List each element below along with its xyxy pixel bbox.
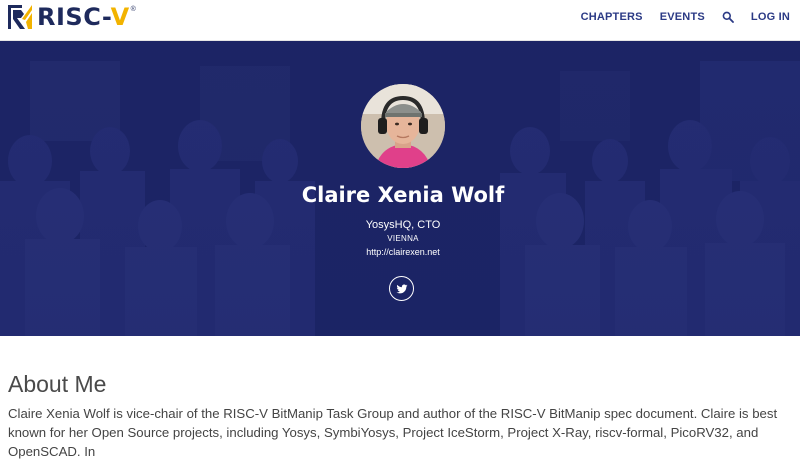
profile-name: Claire Xenia Wolf xyxy=(301,183,505,207)
about-text: Claire Xenia Wolf is vice-chair of the R… xyxy=(8,406,778,459)
twitter-icon xyxy=(396,284,407,293)
risc-v-logo[interactable]: RISC-V ® xyxy=(8,5,136,29)
about-section: About Me Claire Xenia Wolf is vice-chair… xyxy=(8,370,798,461)
profile-website-link[interactable]: http://clairexen.net xyxy=(0,247,800,257)
registered-mark: ® xyxy=(130,6,136,13)
logo-wordmark: RISC-V xyxy=(37,3,130,31)
search-icon[interactable] xyxy=(722,11,734,23)
about-heading: About Me xyxy=(8,371,107,397)
nav-link-events[interactable]: EVENTS xyxy=(660,11,705,23)
twitter-button[interactable] xyxy=(389,276,414,301)
avatar xyxy=(361,84,445,168)
nav-links: CHAPTERS EVENTS LOG IN xyxy=(564,0,790,34)
profile-hero: Claire Xenia Wolf YosysHQ, CTO VIENNA ht… xyxy=(0,41,800,336)
top-navbar: RISC-V ® CHAPTERS EVENTS LOG IN xyxy=(0,0,800,41)
profile-location: VIENNA xyxy=(387,234,419,243)
risc-v-logo-icon xyxy=(8,5,32,29)
login-link[interactable]: LOG IN xyxy=(751,11,790,23)
nav-link-chapters[interactable]: CHAPTERS xyxy=(581,11,643,23)
profile-title: YosysHQ, CTO xyxy=(365,219,441,231)
avatar-photo xyxy=(361,84,445,168)
